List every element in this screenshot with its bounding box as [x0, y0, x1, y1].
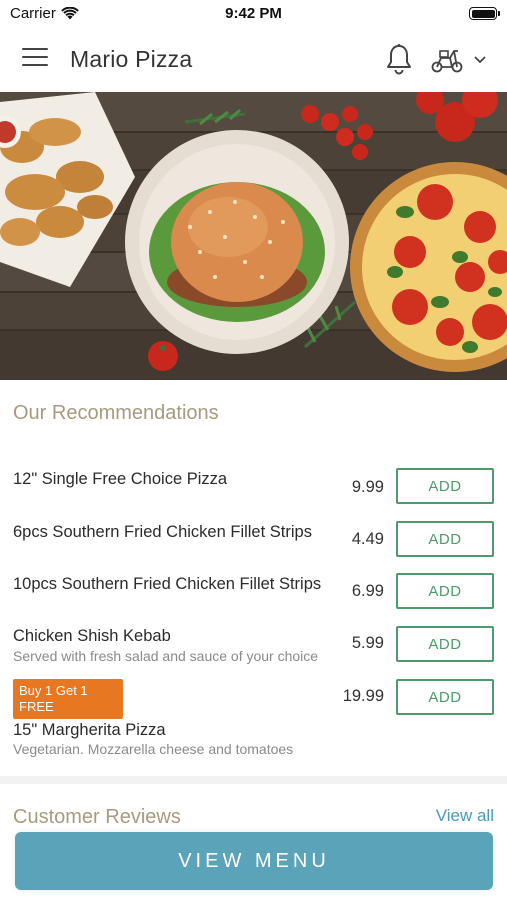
status-bar: Carrier 9:42 PM	[0, 0, 507, 28]
item-description: Vegetarian. Mozzarella cheese and tomato…	[13, 741, 294, 757]
item-price: 6.99	[351, 582, 384, 600]
app-header: Mario Pizza	[0, 28, 507, 92]
section-divider	[0, 776, 507, 784]
item-price: 4.49	[351, 530, 384, 548]
add-button[interactable]: ADD	[396, 626, 494, 662]
add-button[interactable]: ADD	[396, 679, 494, 715]
item-price: 9.99	[351, 478, 384, 496]
add-button[interactable]: ADD	[396, 468, 494, 504]
status-time: 9:42 PM	[225, 5, 282, 22]
food-banner-image	[0, 92, 507, 380]
bell-icon[interactable]	[384, 43, 414, 75]
item-name: Chicken Shish Kebab	[13, 627, 171, 645]
hamburger-menu-icon[interactable]	[22, 48, 48, 70]
reviews-header: Customer Reviews View all	[0, 800, 507, 824]
item-price: 5.99	[351, 634, 384, 652]
view-all-link[interactable]: View all	[436, 806, 494, 824]
item-name: 15" Margherita Pizza	[13, 721, 166, 739]
item-price: 19.99	[342, 687, 384, 705]
chevron-down-icon[interactable]	[471, 50, 489, 68]
add-button[interactable]: ADD	[396, 521, 494, 557]
item-name: 10pcs Southern Fried Chicken Fillet Stri…	[13, 575, 322, 593]
promo-badge: Buy 1 Get 1 FREE	[13, 679, 123, 719]
item-name: 12" Single Free Choice Pizza	[13, 470, 228, 488]
restaurant-title: Mario Pizza	[70, 46, 193, 72]
battery-icon	[469, 7, 500, 20]
view-menu-button[interactable]: VIEW MENU	[15, 832, 493, 890]
recommendations-title: Our Recommendations	[13, 402, 219, 424]
reviews-title: Customer Reviews	[13, 806, 181, 824]
delivery-scooter-icon[interactable]	[430, 46, 464, 74]
item-name: 6pcs Southern Fried Chicken Fillet Strip…	[13, 523, 312, 541]
add-button[interactable]: ADD	[396, 573, 494, 609]
item-description: Served with fresh salad and sauce of you…	[13, 648, 319, 664]
